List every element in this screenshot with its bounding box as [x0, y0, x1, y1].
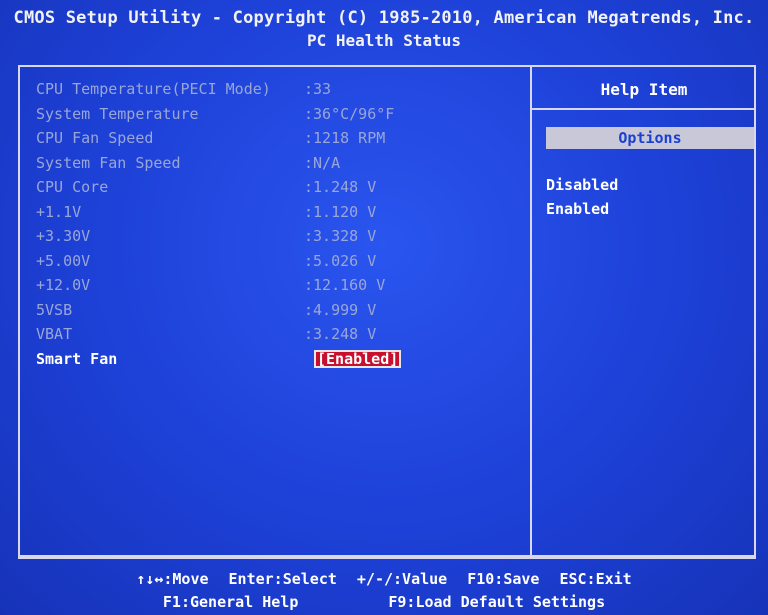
options-header: Options: [546, 127, 754, 149]
page-subtitle: PC Health Status: [306, 31, 462, 50]
panel-divider: [530, 65, 532, 557]
setting-row-smart-fan[interactable]: Smart Fan [Enabled]: [36, 349, 516, 375]
setting-value: :1218 RPM: [304, 129, 386, 147]
setting-label: CPU Temperature(PECI Mode): [36, 80, 271, 98]
key-hint-load-defaults: F9:Load Default Settings: [388, 593, 606, 611]
key-help-line-2: F1:General Help F9:Load Default Settings: [0, 593, 768, 611]
setting-label: +12.0V: [36, 276, 91, 294]
setting-label: System Temperature: [36, 104, 199, 123]
smart-fan-label: Smart Fan: [36, 349, 118, 368]
setting-label: +5.00V: [36, 251, 91, 270]
setting-row-5v00: +5.00V :5.026 V: [36, 252, 516, 277]
setting-value: :1.120 V: [304, 202, 377, 221]
key-hint-select: Enter:Select: [228, 570, 337, 588]
footer-divider: [18, 557, 756, 559]
setting-row-system-temperature: System Temperature :36°C/96°F: [36, 105, 516, 130]
key-hint-general-help: F1:General Help: [162, 593, 299, 611]
setting-value: :4.999 V: [304, 300, 377, 319]
setting-value: :3.328 V: [304, 227, 377, 245]
options-list: Disabled Enabled: [546, 176, 618, 224]
key-hint-move: ↑↓↔:Move: [136, 570, 209, 588]
setting-label: CPU Core: [36, 178, 109, 196]
setting-row-cpu-core: CPU Core :1.248 V: [36, 178, 516, 203]
bios-screen: CMOS Setup Utility - Copyright (C) 1985-…: [0, 0, 768, 615]
key-hint-save: F10:Save: [467, 570, 540, 588]
setting-label: +3.30V: [36, 227, 91, 245]
setting-value: :1.248 V: [304, 178, 377, 196]
help-item-title: Help Item: [600, 80, 688, 99]
page-title: CMOS Setup Utility - Copyright (C) 1985-…: [13, 8, 755, 28]
setting-row-cpu-temperature: CPU Temperature(PECI Mode) :33: [36, 80, 516, 105]
key-hint-value: +/-/:Value: [356, 570, 448, 588]
setting-value: :5.026 V: [304, 251, 377, 270]
setting-row-system-fan-speed: System Fan Speed :N/A: [36, 154, 516, 179]
setting-row-5vsb: 5VSB :4.999 V: [36, 301, 516, 326]
setting-row-12v0: +12.0V :12.160 V: [36, 276, 516, 301]
setting-row-vbat: VBAT :3.248 V: [36, 325, 516, 350]
setting-label: CPU Fan Speed: [36, 129, 154, 147]
setting-label: +1.1V: [36, 202, 82, 221]
setting-value: :3.248 V: [304, 325, 377, 343]
setting-value: :36°C/96°F: [304, 104, 395, 123]
setting-row-cpu-fan-speed: CPU Fan Speed :1218 RPM: [36, 129, 516, 154]
key-help-line-1: ↑↓↔:Move Enter:Select +/-/:Value F10:Save ES…: [0, 570, 768, 588]
option-disabled[interactable]: Disabled: [546, 176, 618, 200]
header: CMOS Setup Utility - Copyright (C) 1985-…: [0, 0, 768, 58]
setting-value: :33: [304, 80, 332, 98]
smart-fan-selector[interactable]: [Enabled]: [314, 349, 402, 368]
setting-value: :12.160 V: [304, 276, 386, 294]
option-enabled[interactable]: Enabled: [546, 200, 618, 224]
setting-row-1v1: +1.1V :1.120 V: [36, 203, 516, 228]
setting-value: :N/A: [304, 153, 341, 172]
help-divider: [532, 108, 756, 110]
smart-fan-value[interactable]: [Enabled]: [314, 349, 402, 368]
setting-label: 5VSB: [36, 300, 73, 319]
setting-row-3v30: +3.30V :3.328 V: [36, 227, 516, 252]
setting-label: VBAT: [36, 325, 73, 343]
health-status-list: CPU Temperature(PECI Mode) :33 System Te…: [36, 80, 516, 374]
key-hint-exit: ESC:Exit: [559, 570, 632, 588]
setting-label: System Fan Speed: [36, 153, 181, 172]
